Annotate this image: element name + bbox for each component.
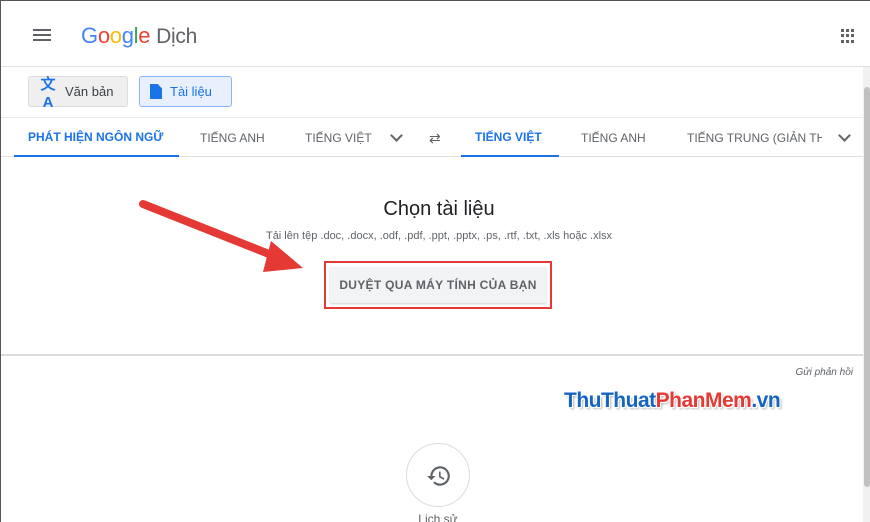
chevron-down-icon[interactable] [389,130,403,144]
watermark-part: ThuThuat [564,389,656,412]
upload-panel: Chọn tài liệu Tải lên tệp .doc, .docx, .… [1,158,867,356]
logo-letter: G [81,23,98,48]
target-lang-chinese[interactable]: TIẾNG TRUNG (GIẢN TH [687,118,822,157]
watermark-logo: ThuThuatPhanMem.vn [564,389,781,413]
watermark-part: .vn [751,389,781,412]
watermark-part: PhanMem [655,389,752,412]
send-feedback-link[interactable]: Gửi phản hồi [796,367,854,378]
text-mode-button[interactable]: 文A Văn bản [28,76,128,111]
upload-file-types: Tải lên tệp .doc, .docx, .odf, .pdf, .pp… [265,230,613,242]
upload-title: Chọn tài liệu [383,198,495,220]
source-lang-english[interactable]: TIẾNG ANH [200,118,265,157]
header: Google Dịch [1,1,870,67]
source-lang-vietnamese[interactable]: TIẾNG VIỆT [305,118,372,157]
lower-panel: Gửi phản hồi ThuThuatPhanMem.vn Lịch sử [1,357,867,522]
logo-letter: e [138,23,151,48]
document-mode-button[interactable]: Tài liệu [139,76,232,107]
annotation-highlight-box: DUYỆT QUA MÁY TÍNH CỦA BẠN [324,261,552,309]
mode-bar: 文A Văn bản Tài liệu [1,67,867,117]
scrollbar-thumb[interactable] [864,87,870,487]
source-lang-detect[interactable]: PHÁT HIỆN NGÔN NGỮ [14,118,179,157]
scrollbar[interactable] [863,67,870,522]
logo[interactable]: Google Dịch [81,23,197,49]
logo-letter: g [121,23,134,48]
history-label: Lịch sử [418,512,458,522]
language-bar: PHÁT HIỆN NGÔN NGỮ TIẾNG ANH TIẾNG VIỆT … [1,117,867,157]
apps-grid-icon[interactable] [841,29,855,43]
target-lang-english[interactable]: TIẾNG ANH [581,118,646,157]
browse-computer-button[interactable]: DUYỆT QUA MÁY TÍNH CỦA BẠN [330,267,546,303]
swap-icon[interactable]: ⇄ [429,130,441,147]
product-name: Dịch [156,25,197,48]
history-button[interactable] [406,443,470,507]
app-frame: Google Dịch 文A Văn bản Tài liệu PHÁT HIỆN… [0,0,870,522]
logo-letter: o [109,23,122,48]
chevron-down-icon[interactable] [837,130,851,144]
text-mode-label: Văn bản [65,84,114,99]
history-icon [427,466,450,486]
document-icon [150,84,162,99]
target-lang-vietnamese[interactable]: TIẾNG VIỆT [461,118,559,157]
translate-icon: 文A [40,75,56,111]
menu-icon[interactable] [33,29,51,41]
logo-letter: o [97,23,110,48]
document-mode-label: Tài liệu [170,84,212,99]
